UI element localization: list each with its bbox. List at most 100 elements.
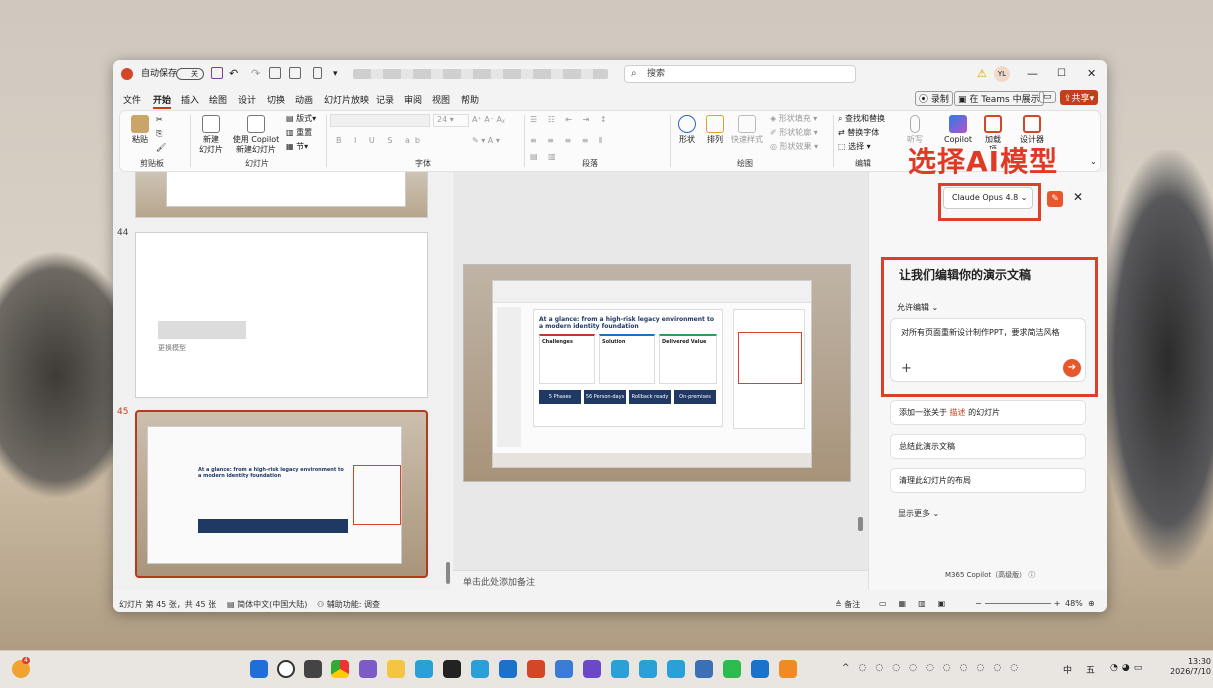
edge-icon[interactable] xyxy=(667,660,685,678)
font-family-select[interactable] xyxy=(330,114,430,127)
menu-record[interactable]: 记录 xyxy=(376,93,394,106)
layout-button[interactable]: ▤ 版式▾ xyxy=(286,114,316,124)
view-buttons[interactable]: ▭▦▥▣ xyxy=(879,599,957,608)
terminal-icon[interactable] xyxy=(443,660,461,678)
save-icon[interactable] xyxy=(211,67,223,81)
zoom-slider[interactable]: − + xyxy=(975,599,1060,608)
warning-icon[interactable]: ⚠ xyxy=(977,67,987,81)
cut-icon[interactable]: ✂ xyxy=(156,115,163,125)
font-grow-icons[interactable]: A⁺ A⁻ Aᵪ xyxy=(472,115,505,125)
menu-help[interactable]: 帮助 xyxy=(461,93,479,106)
menu-design[interactable]: 设计 xyxy=(238,93,256,106)
outlook-icon[interactable] xyxy=(499,660,517,678)
app-icon[interactable] xyxy=(359,660,377,678)
slide-thumbnails-pane[interactable]: 44 更换模型 45 At a glance: from a high-risk… xyxy=(113,172,451,590)
font-size-select[interactable]: 24 ▾ xyxy=(433,114,469,127)
select-button[interactable]: ⬚ 选择 ▾ xyxy=(838,142,871,152)
menu-review[interactable]: 审阅 xyxy=(404,93,422,106)
close-pane-icon[interactable]: ✕ xyxy=(1073,190,1083,204)
language-status[interactable]: ▤ 简体中文(中国大陆) xyxy=(227,599,307,610)
slide-thumbnail-44[interactable]: 更换模型 xyxy=(135,232,428,398)
powerpoint-taskbar-icon[interactable] xyxy=(527,660,545,678)
redo-icon[interactable]: ↷ xyxy=(251,67,260,81)
search-taskbar-icon[interactable] xyxy=(277,660,295,678)
edge-icon[interactable] xyxy=(611,660,629,678)
shapes-button[interactable]: 形状 xyxy=(676,115,698,145)
undo-icon[interactable]: ↶ xyxy=(229,67,238,81)
new-file-icon[interactable] xyxy=(313,67,322,81)
slide-scrollbar[interactable] xyxy=(858,517,863,531)
reset-button[interactable]: ▥ 重置 xyxy=(286,128,312,138)
section-button[interactable]: ▦ 节▾ xyxy=(286,142,308,152)
comments-icon[interactable]: ▭ xyxy=(1039,91,1056,103)
maximize-icon[interactable]: ☐ xyxy=(1057,67,1066,81)
fit-to-window-icon[interactable]: ⊕ xyxy=(1088,599,1095,608)
notes-area[interactable]: 单击此处添加备注 xyxy=(453,570,868,590)
menu-view[interactable]: 视图 xyxy=(432,93,450,106)
shape-effect-button[interactable]: ◎ 形状效果 ▾ xyxy=(770,142,818,152)
find-replace-button[interactable]: ⌕ 查找和替换 xyxy=(838,114,885,124)
chrome-icon[interactable] xyxy=(331,660,349,678)
thumbnail-scrollbar[interactable] xyxy=(446,562,450,584)
font-color-icons[interactable]: ✎ ▾ A ▾ xyxy=(472,136,500,146)
shape-fill-button[interactable]: ◈ 形状填充 ▾ xyxy=(770,114,817,124)
menu-slideshow[interactable]: 幻灯片放映 xyxy=(324,93,369,106)
accessibility-status[interactable]: ⚇ 辅助功能: 调查 xyxy=(317,599,380,610)
font-style-icons[interactable]: B I U S ab xyxy=(336,136,425,146)
copilot-new-slide-button[interactable]: 使用 Copilot 新建幻灯片 xyxy=(232,115,280,155)
user-avatar[interactable]: YL xyxy=(994,66,1010,82)
network-volume-icons[interactable]: ◔◕▭ xyxy=(1110,663,1146,673)
ime-mode[interactable]: 中 xyxy=(1063,663,1072,676)
show-more-button[interactable]: 显示更多 ⌄ xyxy=(898,508,939,519)
new-chat-icon[interactable]: ✎ xyxy=(1047,191,1063,207)
menu-animations[interactable]: 动画 xyxy=(295,93,313,106)
edge-icon[interactable] xyxy=(471,660,489,678)
spacing-icons[interactable]: ▤ ▥ xyxy=(530,152,560,162)
notes-toggle[interactable]: ≜ 备注 xyxy=(835,599,860,610)
menu-insert[interactable]: 插入 xyxy=(181,93,199,106)
customize-toolbar-icon[interactable]: ▾ xyxy=(333,67,338,81)
quick-styles-button[interactable]: 快速样式 xyxy=(730,115,764,145)
edge-icon[interactable] xyxy=(415,660,433,678)
shape-outline-button[interactable]: ✐ 形状轮廓 ▾ xyxy=(770,128,818,138)
notepad-icon[interactable] xyxy=(695,660,713,678)
app-icon[interactable] xyxy=(583,660,601,678)
format-painter-icon[interactable]: 🖌 xyxy=(156,143,166,153)
outlook-icon[interactable] xyxy=(751,660,769,678)
slide-thumbnail-45[interactable]: At a glance: from a high-risk legacy env… xyxy=(135,410,428,578)
suggestion-clean-layout[interactable]: 清理此幻灯片的布局 xyxy=(890,468,1086,493)
new-slide-button[interactable]: 新建 幻灯片 xyxy=(196,115,226,155)
autosave-toggle[interactable]: 关 xyxy=(176,68,204,80)
menu-transitions[interactable]: 切换 xyxy=(267,93,285,106)
arrange-button[interactable]: 排列 xyxy=(704,115,726,145)
menu-file[interactable]: 文件 xyxy=(123,93,141,106)
ribbon-collapse-icon[interactable]: ⌄ xyxy=(1090,157,1097,167)
list-icons[interactable]: ☰ ☷ ⇤ ⇥ ↕ xyxy=(530,115,611,125)
minimize-icon[interactable]: — xyxy=(1027,67,1038,81)
app-icon[interactable] xyxy=(555,660,573,678)
teams-present-button[interactable]: ▣ 在 Teams 中展示 xyxy=(954,91,1044,106)
layout-icon[interactable] xyxy=(289,67,301,81)
suggestion-add-slide[interactable]: 添加一张关于 描述 的幻灯片 xyxy=(890,400,1086,425)
slide-thumbnail-43[interactable] xyxy=(135,172,428,218)
present-icon[interactable] xyxy=(269,67,281,81)
file-explorer-icon[interactable] xyxy=(387,660,405,678)
task-view-icon[interactable] xyxy=(304,660,322,678)
edge-icon[interactable] xyxy=(639,660,657,678)
suggestion-summarize[interactable]: 总结此演示文稿 xyxy=(890,434,1086,459)
slide-editor[interactable]: At a glance: from a high-risk legacy env… xyxy=(453,172,868,590)
menu-draw[interactable]: 绘图 xyxy=(209,93,227,106)
start-icon[interactable] xyxy=(250,660,268,678)
close-icon[interactable]: ✕ xyxy=(1087,67,1096,81)
paste-button[interactable]: 粘贴 xyxy=(128,115,152,145)
wechat-icon[interactable] xyxy=(723,660,741,678)
align-icons[interactable]: ≡ ≡ ≡ ≡ ⫴ xyxy=(530,136,606,146)
share-button[interactable]: ⇪共享▾ xyxy=(1060,90,1099,105)
clock[interactable]: 13:30 2026/7/10 xyxy=(1170,657,1211,677)
current-slide[interactable]: At a glance: from a high-risk legacy env… xyxy=(463,264,851,482)
system-tray-icons[interactable]: ^◌◌◌◌◌◌◌◌◌◌ xyxy=(842,663,1027,673)
replace-font-button[interactable]: ⇄ 替换字体 xyxy=(838,128,879,138)
search-box[interactable]: ⌕ 搜索 xyxy=(624,65,856,83)
copy-icon[interactable]: ⎘ xyxy=(156,129,162,139)
record-button[interactable]: ⦿ 录制 xyxy=(915,91,953,106)
